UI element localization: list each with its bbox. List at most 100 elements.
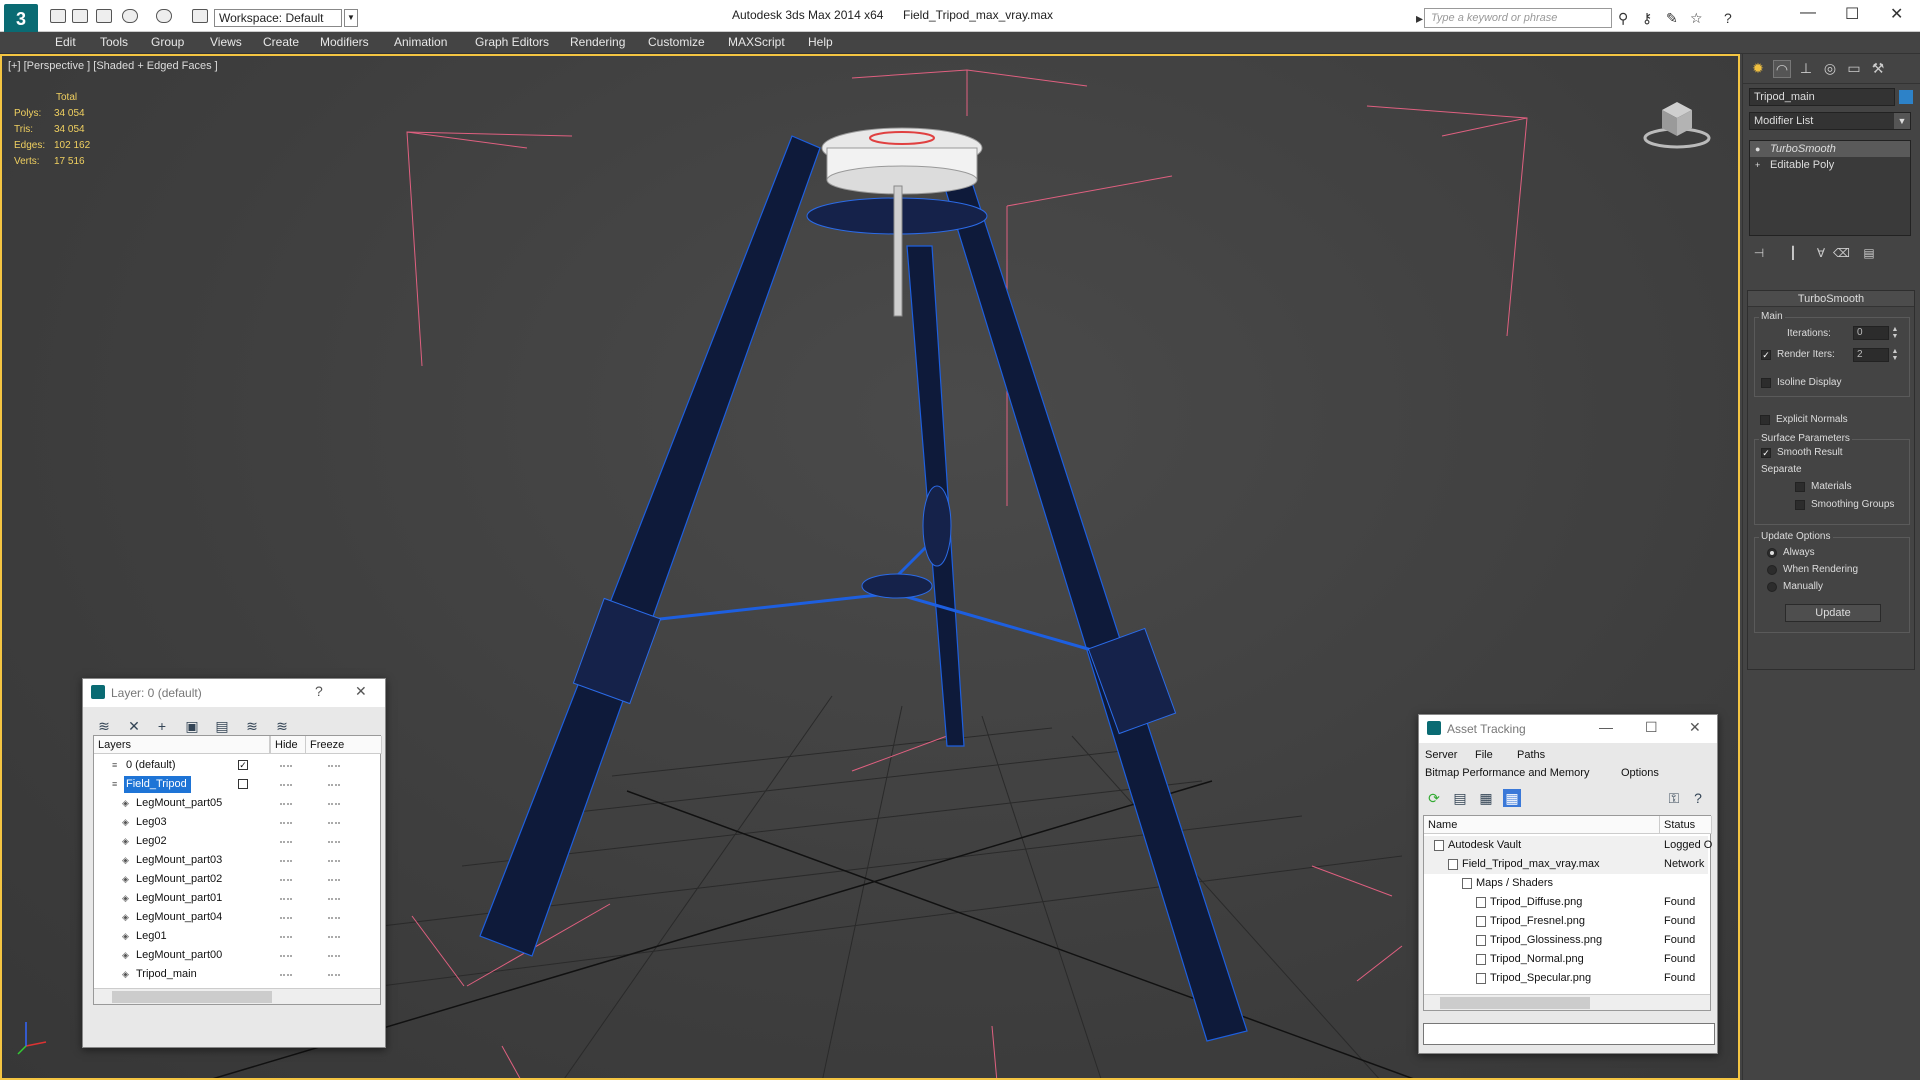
hide-toggle[interactable]	[280, 860, 292, 862]
freeze-toggle[interactable]	[328, 955, 340, 957]
spinner-arrows-icon[interactable]: ▲ ▼	[1891, 326, 1899, 340]
freeze-toggle[interactable]	[328, 860, 340, 862]
make-unique-icon[interactable]: ∀	[1813, 246, 1829, 264]
asset-row[interactable]: Tripod_Fresnel.png Found	[1424, 912, 1708, 931]
freeze-toggle[interactable]	[328, 879, 340, 881]
undo-icon[interactable]	[122, 9, 138, 23]
asset-menu-paths[interactable]: Paths	[1517, 749, 1545, 761]
stack-item-editable-poly[interactable]: + Editable Poly	[1750, 157, 1910, 173]
communication-icon[interactable]: ✎	[1666, 10, 1678, 27]
asset-tracking-header[interactable]: Asset Tracking — ☐ ✕	[1419, 715, 1717, 743]
freeze-toggle[interactable]	[328, 898, 340, 900]
hide-toggle[interactable]	[280, 898, 292, 900]
maximize-button[interactable]: ☐	[1845, 4, 1859, 24]
layer-row[interactable]: ◈ LegMount_part04	[94, 908, 378, 927]
freeze-all-layers-icon[interactable]: ≋	[273, 717, 291, 735]
menu-create[interactable]: Create	[263, 35, 299, 49]
highlight-layer-icon[interactable]: ▤	[213, 717, 231, 735]
name-column-header[interactable]: Name	[1424, 816, 1660, 834]
asset-list-scrollbar[interactable]	[1424, 994, 1710, 1010]
hide-toggle[interactable]	[280, 822, 292, 824]
explicit-normals-checkbox[interactable]	[1760, 415, 1770, 425]
vault-login-icon[interactable]: ⚿	[1665, 789, 1683, 807]
asset-row[interactable]: Tripod_Specular.png Found	[1424, 969, 1708, 988]
menu-group[interactable]: Group	[151, 35, 184, 49]
freeze-toggle[interactable]	[328, 822, 340, 824]
menu-rendering[interactable]: Rendering	[570, 35, 625, 49]
hide-toggle[interactable]	[280, 974, 292, 976]
help-icon[interactable]: ?	[315, 683, 323, 699]
create-tab-icon[interactable]: ✹	[1749, 60, 1767, 78]
materials-checkbox[interactable]	[1795, 482, 1805, 492]
asset-row[interactable]: Tripod_Normal.png Found	[1424, 950, 1708, 969]
stack-item-turbosmooth[interactable]: ● TurboSmooth	[1750, 141, 1910, 157]
chevron-down-icon[interactable]: ▼	[1894, 113, 1910, 129]
current-layer-checkbox[interactable]: ✓	[238, 760, 248, 770]
menu-modifiers[interactable]: Modifiers	[320, 35, 369, 49]
menu-views[interactable]: Views	[210, 35, 242, 49]
freeze-toggle[interactable]	[328, 784, 340, 786]
binoculars-icon[interactable]: ⚲	[1618, 10, 1628, 27]
scrollbar-thumb[interactable]	[112, 991, 272, 1003]
asset-row[interactable]: Tripod_Diffuse.png Found	[1424, 893, 1708, 912]
vault-help-icon[interactable]: ?	[1689, 789, 1707, 807]
close-icon[interactable]: ✕	[1689, 719, 1701, 736]
hide-toggle[interactable]	[280, 841, 292, 843]
delete-layer-icon[interactable]: ✕	[125, 717, 143, 735]
favorites-star-icon[interactable]: ☆	[1690, 10, 1703, 27]
display-tab-icon[interactable]: ▭	[1845, 60, 1863, 78]
freeze-toggle[interactable]	[328, 765, 340, 767]
hide-toggle[interactable]	[280, 765, 292, 767]
freeze-column-header[interactable]: Freeze	[306, 736, 382, 754]
layer-row[interactable]: ◈ LegMount_part03	[94, 851, 378, 870]
layer-row-label[interactable]: Tripod_main	[134, 966, 201, 983]
isoline-display-checkbox[interactable]	[1761, 378, 1771, 388]
viewcube-icon[interactable]	[1642, 90, 1712, 150]
minimize-button[interactable]: —	[1800, 4, 1816, 22]
asset-row[interactable]: Field_Tripod_max_vray.max Network	[1424, 855, 1708, 874]
layer-row[interactable]: ≡ Field_Tripod	[94, 775, 378, 794]
new-layer-icon[interactable]: ≋	[95, 717, 113, 735]
modify-tab-icon[interactable]: ◠	[1773, 60, 1791, 78]
asset-row[interactable]: Autodesk Vault Logged O	[1424, 836, 1712, 855]
hide-all-layers-icon[interactable]: ≋	[243, 717, 261, 735]
minimize-button[interactable]: —	[1599, 719, 1613, 735]
layer-row[interactable]: ≡ 0 (default) ✓	[94, 756, 378, 775]
render-iters-checkbox[interactable]: ✓	[1761, 350, 1771, 360]
layer-row-label[interactable]: Field_Tripod	[124, 776, 191, 793]
menu-maxscript[interactable]: MAXScript	[728, 35, 785, 49]
hide-toggle[interactable]	[280, 879, 292, 881]
layer-row-label[interactable]: LegMount_part04	[134, 909, 226, 926]
subscription-icon[interactable]: ⚷	[1642, 10, 1652, 27]
list-view-icon[interactable]: ▤	[1451, 789, 1469, 807]
layer-row-label[interactable]: Leg01	[134, 928, 171, 945]
save-file-icon[interactable]	[96, 9, 112, 23]
layer-row-label[interactable]: LegMount_part02	[134, 871, 226, 888]
rollout-title[interactable]: TurboSmooth	[1748, 291, 1914, 307]
menu-edit[interactable]: Edit	[55, 35, 76, 49]
layer-row-label[interactable]: LegMount_part01	[134, 890, 226, 907]
layers-column-header[interactable]: Layers	[94, 736, 270, 754]
spinner-arrows-icon[interactable]: ▲ ▼	[1891, 348, 1899, 362]
smoothing-groups-checkbox[interactable]	[1795, 500, 1805, 510]
iterations-spinner[interactable]: 0	[1853, 326, 1889, 340]
update-when-rendering-radio[interactable]	[1767, 565, 1777, 575]
layer-row[interactable]: ◈ Leg01	[94, 927, 378, 946]
layer-row[interactable]: ◈ LegMount_part05	[94, 794, 378, 813]
add-to-layer-icon[interactable]: +	[153, 717, 171, 735]
configure-modifier-sets-icon[interactable]: ▤	[1861, 246, 1877, 264]
layer-row[interactable]: ◈ LegMount_part00	[94, 946, 378, 965]
refresh-icon[interactable]: ⟳	[1425, 789, 1443, 807]
update-always-radio[interactable]	[1767, 548, 1777, 558]
search-input[interactable]: Type a keyword or phrase	[1424, 8, 1612, 28]
menu-graph-editors[interactable]: Graph Editors	[475, 35, 549, 49]
layer-row-label[interactable]: Leg03	[134, 814, 171, 831]
utilities-tab-icon[interactable]: ⚒	[1869, 60, 1887, 78]
asset-row[interactable]: Tripod_Glossiness.png Found	[1424, 931, 1708, 950]
open-file-icon[interactable]	[72, 9, 88, 23]
menu-animation[interactable]: Animation	[394, 35, 447, 49]
asset-row[interactable]: Maps / Shaders	[1424, 874, 1708, 893]
status-column-header[interactable]: Status	[1660, 816, 1712, 834]
object-color-swatch[interactable]	[1899, 90, 1913, 104]
update-button[interactable]: Update	[1785, 604, 1881, 622]
